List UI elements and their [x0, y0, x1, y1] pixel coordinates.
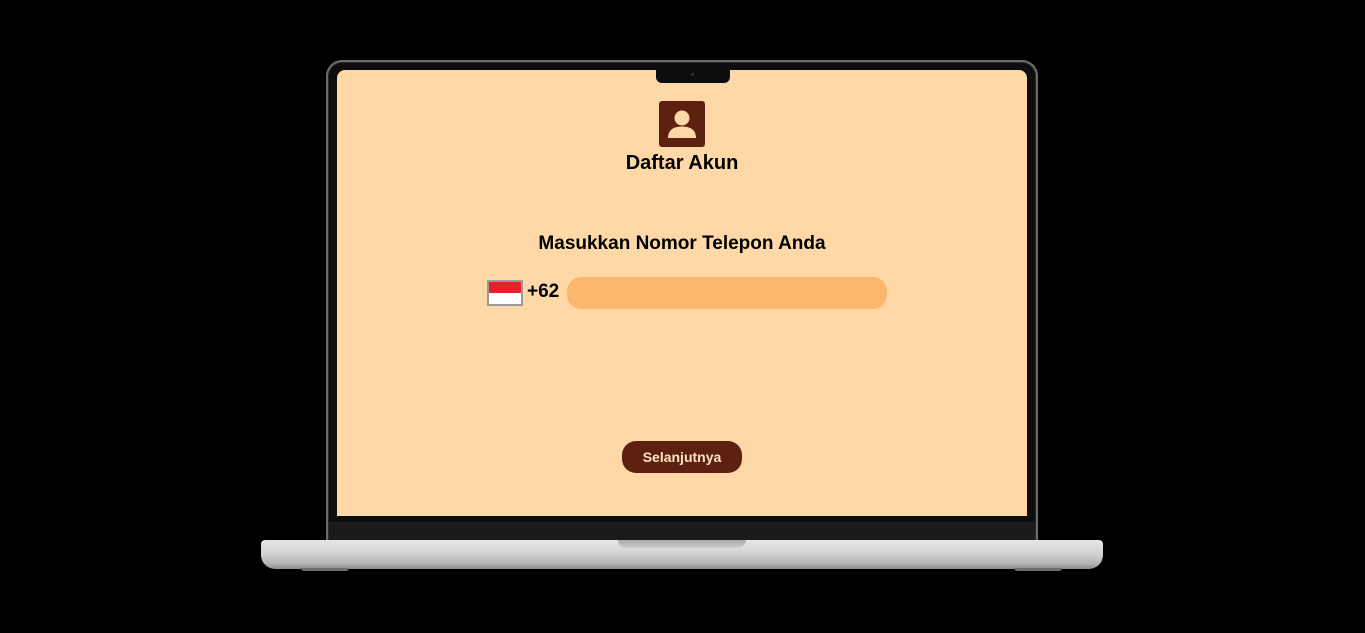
- laptop-foot-right: [1014, 568, 1062, 571]
- phone-number-input[interactable]: [567, 277, 887, 309]
- laptop-chin: [329, 522, 1035, 540]
- camera-icon: [691, 73, 694, 76]
- country-code: +62: [527, 281, 560, 302]
- phone-prompt-label: Masukkan Nomor Telepon Anda: [538, 233, 826, 254]
- user-account-icon: [659, 101, 705, 147]
- stage: Daftar Akun Masukkan Nomor Telepon Anda …: [0, 0, 1365, 633]
- next-button[interactable]: Selanjutnya: [622, 441, 742, 473]
- laptop-screen: Daftar Akun Masukkan Nomor Telepon Anda …: [337, 70, 1027, 516]
- phone-number-row: +62: [487, 277, 887, 309]
- laptop-foot-left: [301, 568, 349, 571]
- flag-red-stripe: [489, 282, 521, 293]
- laptop-lid: Daftar Akun Masukkan Nomor Telepon Anda …: [326, 60, 1038, 542]
- base-opening-groove: [618, 540, 746, 548]
- camera-notch: [656, 70, 730, 83]
- indonesia-flag-icon[interactable]: [487, 280, 523, 306]
- page-title: Daftar Akun: [625, 152, 739, 174]
- laptop-base: [261, 540, 1103, 571]
